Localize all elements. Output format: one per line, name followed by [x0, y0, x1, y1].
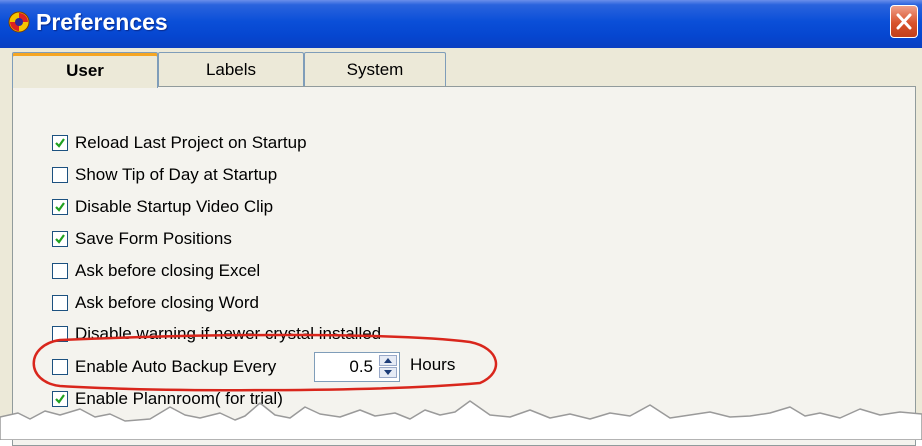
torn-edge: [0, 400, 922, 440]
tab-user-label: User: [66, 60, 104, 80]
tab-user[interactable]: User: [12, 52, 158, 88]
preferences-window: Preferences User Labels System Reload La…: [0, 0, 922, 446]
